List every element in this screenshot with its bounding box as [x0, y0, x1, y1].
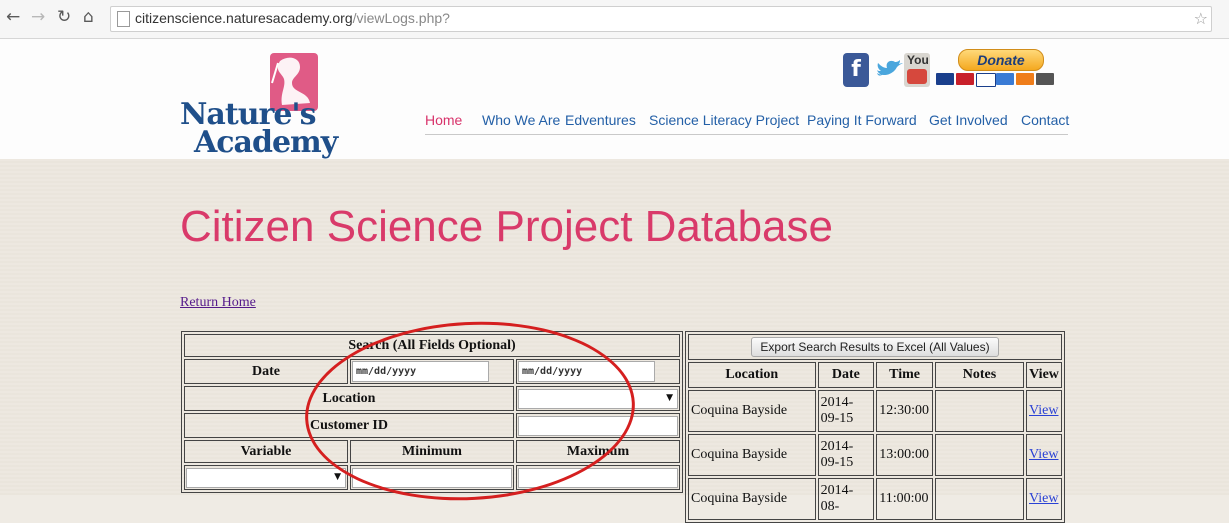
column-header-notes: Notes — [934, 362, 1025, 388]
address-bar[interactable]: citizenscience.naturesacademy.org/viewLo… — [110, 6, 1212, 32]
table-row: Coquina Bayside 2014-09-15 12:30:00 View — [688, 390, 1062, 432]
dropdown-arrow-icon: ▼ — [666, 392, 673, 403]
row-location: Coquina Bayside — [688, 434, 816, 476]
bookmark-star-icon[interactable]: ☆ — [1194, 9, 1208, 28]
home-icon[interactable]: ⌂ — [83, 7, 94, 27]
row-location: Coquina Bayside — [688, 390, 816, 432]
return-home-link[interactable]: Return Home — [180, 295, 256, 311]
table-row: Coquina Bayside 2014-08- 11:00:00 View — [688, 478, 1062, 520]
row-time: 12:30:00 — [876, 390, 933, 432]
nav-science-literacy-project[interactable]: Science Literacy Project — [649, 112, 799, 128]
browser-toolbar: ← → ↻ ⌂ citizenscience.naturesacademy.or… — [0, 0, 1229, 39]
date-to-input[interactable]: mm/dd/yyyy — [518, 361, 655, 382]
donate-button[interactable]: Donate — [958, 49, 1044, 71]
export-cell: Export Search Results to Excel (All Valu… — [688, 334, 1062, 360]
youtube-icon[interactable]: You — [904, 53, 930, 87]
url-text: citizenscience.naturesacademy.org/viewLo… — [135, 10, 450, 26]
back-icon[interactable]: ← — [6, 7, 20, 27]
maximum-label: Maximum — [516, 440, 680, 463]
column-header-location: Location — [688, 362, 816, 388]
location-label: Location — [184, 386, 514, 411]
row-date: 2014-09-15 — [817, 390, 875, 432]
view-link[interactable]: View — [1029, 403, 1058, 418]
export-excel-button[interactable]: Export Search Results to Excel (All Valu… — [751, 337, 999, 357]
date-from-input[interactable]: mm/dd/yyyy — [352, 361, 489, 382]
row-notes — [934, 478, 1025, 520]
variable-label: Variable — [184, 440, 348, 463]
site-logo[interactable]: Nature's Academy — [180, 53, 340, 160]
row-notes — [934, 390, 1025, 432]
dropdown-arrow-icon: ▼ — [334, 471, 341, 482]
view-link[interactable]: View — [1029, 447, 1058, 462]
customer-id-label: Customer ID — [184, 413, 514, 438]
minimum-label: Minimum — [350, 440, 514, 463]
forward-icon[interactable]: → — [31, 7, 45, 27]
row-notes — [934, 434, 1025, 476]
column-header-time: Time — [876, 362, 933, 388]
customer-id-input[interactable] — [518, 415, 678, 436]
nav-divider — [425, 134, 1068, 135]
table-row: Coquina Bayside 2014-09-15 13:00:00 View — [688, 434, 1062, 476]
nav-paying-it-forward[interactable]: Paying It Forward — [807, 112, 917, 128]
nav-get-involved[interactable]: Get Involved — [929, 112, 1008, 128]
page-icon — [117, 11, 130, 27]
nav-contact[interactable]: Contact — [1021, 112, 1069, 128]
row-date: 2014-08- — [817, 478, 875, 520]
logo-text-line2: Academy — [194, 125, 338, 160]
nav-home[interactable]: Home — [425, 112, 462, 128]
row-date: 2014-09-15 — [817, 434, 875, 476]
maximum-input[interactable] — [518, 467, 678, 488]
reload-icon[interactable]: ↻ — [57, 7, 71, 27]
location-select[interactable]: ▼ — [518, 388, 678, 409]
nav-who-we-are[interactable]: Who We Are — [482, 112, 560, 128]
payment-cards-icon — [936, 73, 1066, 87]
results-table: Export Search Results to Excel (All Valu… — [685, 331, 1065, 523]
search-header: Search (All Fields Optional) — [184, 334, 680, 357]
twitter-icon[interactable] — [873, 53, 907, 87]
minimum-input[interactable] — [352, 467, 512, 488]
column-header-view: View — [1026, 362, 1062, 388]
column-header-date: Date — [817, 362, 875, 388]
nav-edventures[interactable]: Edventures — [565, 112, 636, 128]
view-link[interactable]: View — [1029, 491, 1058, 506]
search-form-table: Search (All Fields Optional) Date mm/dd/… — [181, 331, 683, 493]
date-label: Date — [184, 359, 348, 384]
main-nav: Home Who We Are Edventures Science Liter… — [425, 112, 1070, 130]
page-content: Nature's Academy f You Donate Home Who W… — [0, 39, 1229, 523]
facebook-icon[interactable]: f — [843, 53, 869, 87]
row-time: 13:00:00 — [876, 434, 933, 476]
row-location: Coquina Bayside — [688, 478, 816, 520]
variable-select[interactable]: ▼ — [186, 467, 346, 488]
page-title: Citizen Science Project Database — [180, 202, 833, 251]
row-time: 11:00:00 — [876, 478, 933, 520]
